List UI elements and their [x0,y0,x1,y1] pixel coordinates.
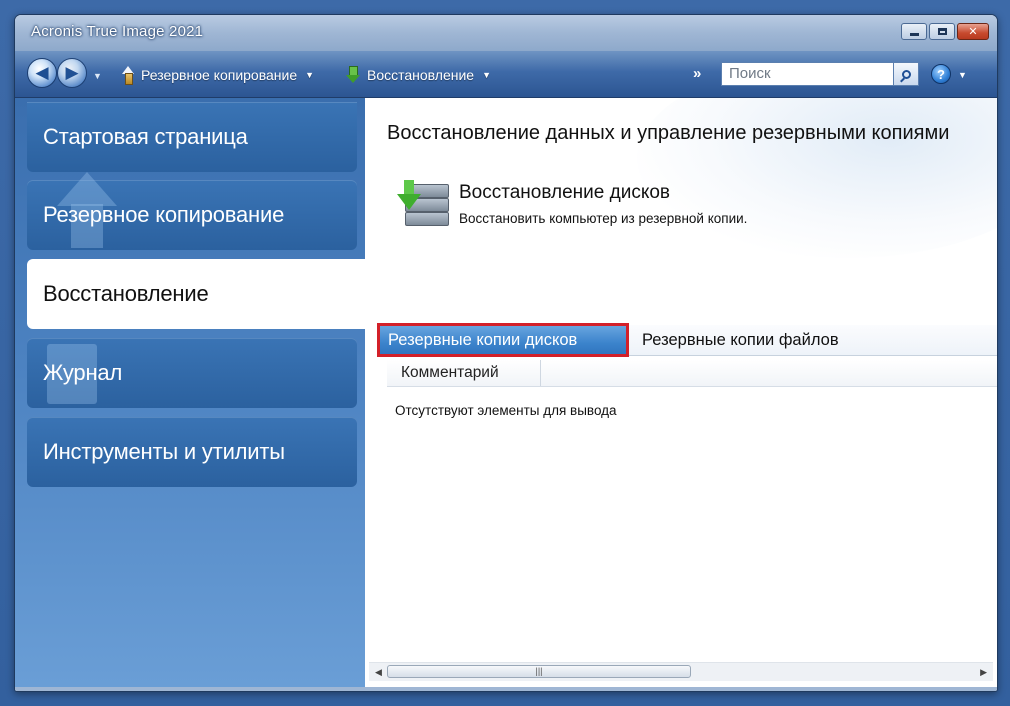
toolbar-backup-menu[interactable]: Резервное копирование ▼ [119,65,314,85]
help-button[interactable]: ? [931,64,951,84]
window-title: Acronis True Image 2021 [31,23,204,40]
search-icon [901,69,911,79]
chevron-down-icon: ▼ [305,70,315,80]
arrow-left-icon: ◀ [35,63,49,82]
empty-list-message: Отсутствуют элементы для вывода [395,403,617,418]
sidebar-item-log[interactable]: Журнал [27,338,357,408]
grip-icon: ||| [535,666,543,676]
search-button[interactable] [893,62,919,86]
app-window: Acronis True Image 2021 ✕ ◀ ▶ ▼ Резервно… [14,14,998,692]
window-bottom-border [15,687,997,691]
tab-disk-backups[interactable]: Резервные копии дисков [377,323,629,357]
sidebar-item-restore[interactable]: Восстановление [27,259,367,329]
task-disk-restore-description: Восстановить компьютер из резервной копи… [459,211,748,226]
forward-button[interactable]: ▶ [57,58,87,88]
sidebar-item-label: Стартовая страница [43,124,248,149]
scroll-right-icon[interactable]: ▶ [980,667,987,678]
toolbar-overflow-button[interactable]: » [693,65,701,82]
backup-arrow-icon [57,172,117,206]
sidebar-item-home[interactable]: Стартовая страница [27,102,357,172]
table-header: Комментарий [387,360,997,387]
sidebar-item-backup[interactable]: Резервное копирование [27,172,357,250]
arrow-right-icon: ▶ [65,63,79,82]
toolbar-restore-label: Восстановление [367,67,475,83]
back-button[interactable]: ◀ [27,58,57,88]
search-input[interactable]: Поиск [721,62,895,86]
page-title: Восстановление данных и управление резер… [387,122,950,144]
scroll-left-icon[interactable]: ◀ [375,667,382,678]
sidebar: Стартовая страница Резервное копирование… [15,98,367,687]
column-header-comment[interactable]: Комментарий [387,360,541,386]
maximize-button[interactable] [929,23,955,40]
scrollbar-thumb[interactable]: ||| [387,665,691,678]
sidebar-item-label: Резервное копирование [43,202,285,227]
sidebar-item-label: Восстановление [43,281,209,306]
title-bar[interactable]: Acronis True Image 2021 ✕ [15,15,997,51]
backup-tabs: Резервные копии дисков Резервные копии ф… [377,323,997,357]
chevron-down-icon: ▼ [482,70,492,80]
sidebar-item-tools[interactable]: Инструменты и утилиты [27,417,357,487]
toolbar-restore-menu[interactable]: Восстановление ▼ [345,65,491,85]
navigation-toolbar: ◀ ▶ ▼ Резервное копирование ▼ Восстановл… [15,51,997,98]
close-icon: ✕ [968,26,978,38]
disk-restore-icon[interactable] [397,176,453,232]
task-disk-restore-link[interactable]: Восстановление дисков [459,182,670,204]
window-controls: ✕ [901,23,989,40]
maximize-icon [937,28,947,35]
restore-icon [345,66,361,84]
close-button[interactable]: ✕ [957,23,989,40]
horizontal-scrollbar[interactable]: ◀ ||| ▶ [369,662,993,681]
minimize-button[interactable] [901,23,927,40]
history-dropdown-icon[interactable]: ▼ [93,71,102,81]
backup-icon [119,66,135,85]
main-content: Восстановление данных и управление резер… [365,98,997,687]
tab-file-backups[interactable]: Резервные копии файлов [633,325,848,355]
minimize-icon [909,32,919,36]
desktop: Acronis True Image 2021 ✕ ◀ ▶ ▼ Резервно… [0,0,1010,706]
sidebar-item-label: Журнал [43,360,123,385]
toolbar-backup-label: Резервное копирование [141,67,298,83]
help-dropdown-icon[interactable]: ▼ [958,70,967,80]
sidebar-item-label: Инструменты и утилиты [43,439,285,464]
